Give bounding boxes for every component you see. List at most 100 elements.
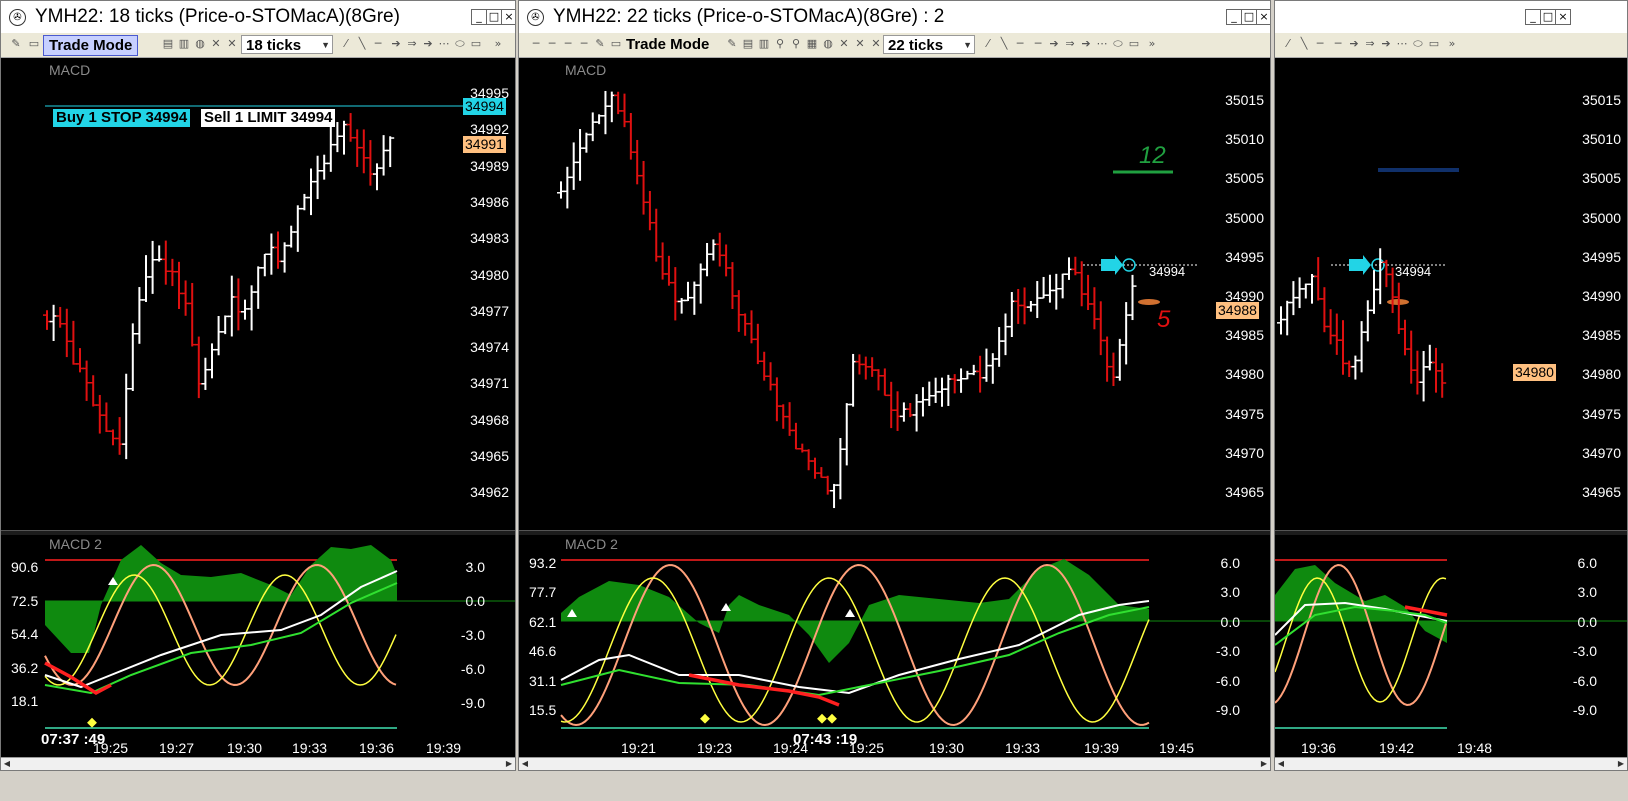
price-pane[interactable]: MACD Buy 1 STOP 34994 Sell 1 LIMIT 34994… bbox=[1, 58, 515, 530]
entry-arrow-icon bbox=[1349, 255, 1371, 275]
price-chart bbox=[557, 90, 1197, 509]
entry-marker bbox=[1371, 258, 1385, 272]
ticks-dropdown[interactable]: 18 ticks ▼ bbox=[241, 35, 333, 54]
chart-window-2[interactable]: ✇ YMH22: 22 ticks (Price-o-STOMacA)(8Gre… bbox=[518, 0, 1271, 771]
draw-tool-icon[interactable]: ⋯ bbox=[1395, 38, 1409, 50]
maximize-button[interactable]: □ bbox=[1241, 9, 1257, 25]
osc-right-axis-label: 0.0 bbox=[1577, 613, 1597, 630]
window-icon[interactable]: ▭ bbox=[27, 38, 41, 50]
minimize-button[interactable]: _ bbox=[1525, 9, 1541, 25]
oscillator-pane[interactable]: 6.0 3.0 0.0 -3.0 -6.0 -9.0 19:36 19:42 19:48 bbox=[1275, 535, 1627, 760]
draw-tool-icon[interactable]: ─ bbox=[1013, 38, 1027, 50]
scroll-left-icon[interactable]: ◀ bbox=[1, 758, 13, 770]
ellipse-icon[interactable]: ⬭ bbox=[1411, 38, 1425, 50]
maximize-button[interactable]: □ bbox=[1540, 9, 1556, 25]
draw-tool-icon[interactable]: ─ bbox=[561, 38, 575, 50]
price-pane[interactable]: 34994 34980 35015 35010 35005 35000 34995 349… bbox=[1275, 58, 1627, 530]
oscillator-pane[interactable]: MACD 2 07:43 :19 93.2 77.7 62.1 46.6 31.1 15.… bbox=[519, 535, 1270, 760]
pin-icon[interactable]: ✎ bbox=[725, 38, 739, 50]
toolbar-icon[interactable]: ◍ bbox=[821, 38, 835, 50]
rectangle-icon[interactable]: ▭ bbox=[1127, 38, 1141, 50]
toolbar-icon[interactable]: ◍ bbox=[193, 38, 207, 50]
toolbar-icon[interactable]: ▤ bbox=[741, 38, 755, 50]
horizontal-scrollbar[interactable]: ◀ ▶ bbox=[1275, 757, 1627, 770]
draw-tool-icon[interactable]: ⋯ bbox=[1095, 38, 1109, 50]
trade-mode-button[interactable]: Trade Mode bbox=[621, 35, 714, 54]
price-axis-label: 34962 bbox=[470, 484, 509, 501]
title-bar[interactable]: ✇ YMH22: 18 ticks (Price-o-STOMacA)(8Gre… bbox=[1, 1, 515, 33]
osc-left-axis-label: 77.7 bbox=[529, 584, 557, 601]
draw-tool-icon[interactable]: ⁄ bbox=[1281, 38, 1295, 50]
arrow-icon[interactable]: ⇒ bbox=[1363, 38, 1377, 50]
close-button[interactable]: × bbox=[501, 9, 515, 25]
chart-window-3[interactable]: _ □ × ⁄ ╲ ─ ─ ➔ ⇒ ➔ ⋯ ⬭ ▭ » 34994 34980 … bbox=[1274, 0, 1628, 771]
title-bar[interactable]: ✇ YMH22: 22 ticks (Price-o-STOMacA)(8Gre… bbox=[519, 1, 1270, 33]
more-icon[interactable]: » bbox=[1145, 38, 1159, 50]
delete-icon[interactable]: ✕ bbox=[837, 38, 851, 50]
delete-icon[interactable]: ✕ bbox=[209, 38, 223, 50]
arrow-icon[interactable]: ➔ bbox=[1379, 38, 1393, 50]
scroll-left-icon[interactable]: ◀ bbox=[1275, 758, 1287, 770]
scroll-right-icon[interactable]: ▶ bbox=[1615, 758, 1627, 770]
minimize-button[interactable]: _ bbox=[471, 9, 487, 25]
arrow-icon[interactable]: ⇒ bbox=[1063, 38, 1077, 50]
toolbar-icon[interactable]: ▥ bbox=[177, 38, 191, 50]
horizontal-scrollbar[interactable]: ◀ ▶ bbox=[1, 757, 515, 770]
arrow-icon[interactable]: ➔ bbox=[1347, 38, 1361, 50]
time-axis-label: 19:39 bbox=[1084, 740, 1120, 756]
draw-tool-icon[interactable]: ─ bbox=[1031, 38, 1045, 50]
ticks-dropdown[interactable]: 22 ticks ▼ bbox=[883, 35, 975, 54]
oscillator-pane[interactable]: MACD 2 07:37 :49 90.6 72.5 54.4 36.2 18.1 3.0… bbox=[1, 535, 515, 760]
toolbar-icon[interactable]: ▤ bbox=[161, 38, 175, 50]
draw-tool-icon[interactable]: ─ bbox=[577, 38, 591, 50]
pin-icon[interactable]: ✎ bbox=[9, 38, 23, 50]
draw-tool-icon[interactable]: ─ bbox=[1313, 38, 1327, 50]
draw-tool-icon[interactable]: ─ bbox=[529, 38, 543, 50]
buy-stop-order[interactable]: Buy 1 STOP 34994 bbox=[53, 109, 191, 127]
arrow-icon[interactable]: ➔ bbox=[1047, 38, 1061, 50]
time-axis-label: 19:30 bbox=[929, 740, 965, 756]
sell-limit-order[interactable]: Sell 1 LIMIT 34994 bbox=[201, 109, 336, 127]
draw-tool-icon[interactable]: ╲ bbox=[997, 38, 1011, 50]
arrow-icon[interactable]: ⇒ bbox=[405, 38, 419, 50]
more-icon[interactable]: » bbox=[1445, 38, 1459, 50]
minimize-button[interactable]: _ bbox=[1226, 9, 1242, 25]
price-pane[interactable]: MACD 12 5 34994 34988 35015 35010 35005 350… bbox=[519, 58, 1270, 530]
scroll-right-icon[interactable]: ▶ bbox=[503, 758, 515, 770]
draw-tool-icon[interactable]: ╲ bbox=[1297, 38, 1311, 50]
trade-mode-button[interactable]: Trade Mode bbox=[43, 35, 139, 56]
rectangle-icon[interactable]: ▭ bbox=[1427, 38, 1441, 50]
ellipse-icon[interactable]: ⬭ bbox=[453, 38, 467, 50]
horizontal-scrollbar[interactable]: ◀ ▶ bbox=[519, 757, 1270, 770]
rectangle-icon[interactable]: ▭ bbox=[469, 38, 483, 50]
ellipse-icon[interactable]: ⬭ bbox=[1111, 38, 1125, 50]
title-bar[interactable]: _ □ × bbox=[1275, 1, 1627, 33]
zoom-icon[interactable]: ⚲ bbox=[789, 38, 803, 50]
more-icon[interactable]: » bbox=[491, 38, 505, 50]
close-button[interactable]: × bbox=[1555, 9, 1571, 25]
delete-icon[interactable]: ✕ bbox=[853, 38, 867, 50]
toolbar-icon[interactable]: ▦ bbox=[805, 38, 819, 50]
toolbar-icon[interactable]: ▥ bbox=[757, 38, 771, 50]
delete-icon[interactable]: ✕ bbox=[869, 38, 883, 50]
zoom-icon[interactable]: ⚲ bbox=[773, 38, 787, 50]
price-axis-label: 34980 bbox=[1225, 366, 1264, 383]
close-button[interactable]: × bbox=[1256, 9, 1270, 25]
arrow-icon[interactable]: ➔ bbox=[1079, 38, 1093, 50]
scroll-left-icon[interactable]: ◀ bbox=[519, 758, 531, 770]
scroll-right-icon[interactable]: ▶ bbox=[1258, 758, 1270, 770]
maximize-button[interactable]: □ bbox=[486, 9, 502, 25]
draw-tool-icon[interactable]: ⁄ bbox=[981, 38, 995, 50]
draw-tool-icon[interactable]: ─ bbox=[545, 38, 559, 50]
draw-tool-icon[interactable]: ⁄ bbox=[339, 38, 353, 50]
draw-tool-icon[interactable]: ─ bbox=[371, 38, 385, 50]
delete-icon[interactable]: ✕ bbox=[225, 38, 239, 50]
chart-window-1[interactable]: ✇ YMH22: 18 ticks (Price-o-STOMacA)(8Gre… bbox=[0, 0, 516, 771]
pin-icon[interactable]: ✎ bbox=[593, 38, 607, 50]
draw-tool-icon[interactable]: ╲ bbox=[355, 38, 369, 50]
draw-tool-icon[interactable]: ⋯ bbox=[437, 38, 451, 50]
arrow-icon[interactable]: ➔ bbox=[421, 38, 435, 50]
arrow-icon[interactable]: ➔ bbox=[389, 38, 403, 50]
time-axis-label: 19:30 bbox=[227, 740, 263, 756]
draw-tool-icon[interactable]: ─ bbox=[1331, 38, 1345, 50]
